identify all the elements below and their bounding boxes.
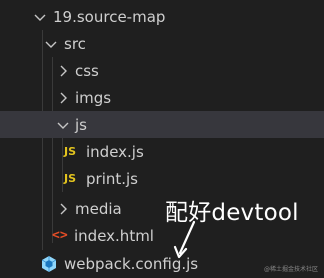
webpack-cube-icon (40, 255, 58, 273)
tree-item-print-js[interactable]: JS print.js (0, 165, 324, 192)
tree-item-src[interactable]: src (0, 30, 324, 57)
tree-item-label: 19.source-map (53, 7, 166, 26)
tree-item-label: media (75, 199, 122, 218)
chevron-right-icon (55, 201, 71, 217)
js-file-icon: JS (64, 145, 77, 158)
chevron-right-icon (55, 63, 71, 79)
tree-item-19-source-map[interactable]: 19.source-map (0, 3, 324, 30)
chevron-down-icon (55, 117, 71, 133)
tree-item-label: src (64, 34, 86, 53)
tree-item-label: print.js (86, 169, 138, 188)
js-file-icon: JS (64, 172, 77, 185)
tree-item-css[interactable]: css (0, 57, 324, 84)
tree-item-index-js[interactable]: JS index.js (0, 138, 324, 165)
tree-item-label: js (75, 115, 87, 134)
tree-item-label: css (75, 61, 99, 80)
tree-item-js[interactable]: js (0, 111, 324, 138)
html-file-icon: <> (52, 228, 68, 243)
tree-item-label: imgs (75, 88, 112, 107)
watermark: @稀土掘金技术社区 (263, 266, 318, 273)
chevron-down-icon (32, 9, 48, 25)
file-explorer: 19.source-map src css imgs js JS index.j… (0, 0, 324, 278)
chevron-down-icon (43, 36, 59, 52)
chevron-right-icon (55, 90, 71, 106)
tree-item-label: index.html (74, 226, 154, 245)
annotation-arrow-icon (173, 220, 196, 259)
tree-item-label: index.js (86, 142, 144, 161)
tree-item-imgs[interactable]: imgs (0, 84, 324, 111)
